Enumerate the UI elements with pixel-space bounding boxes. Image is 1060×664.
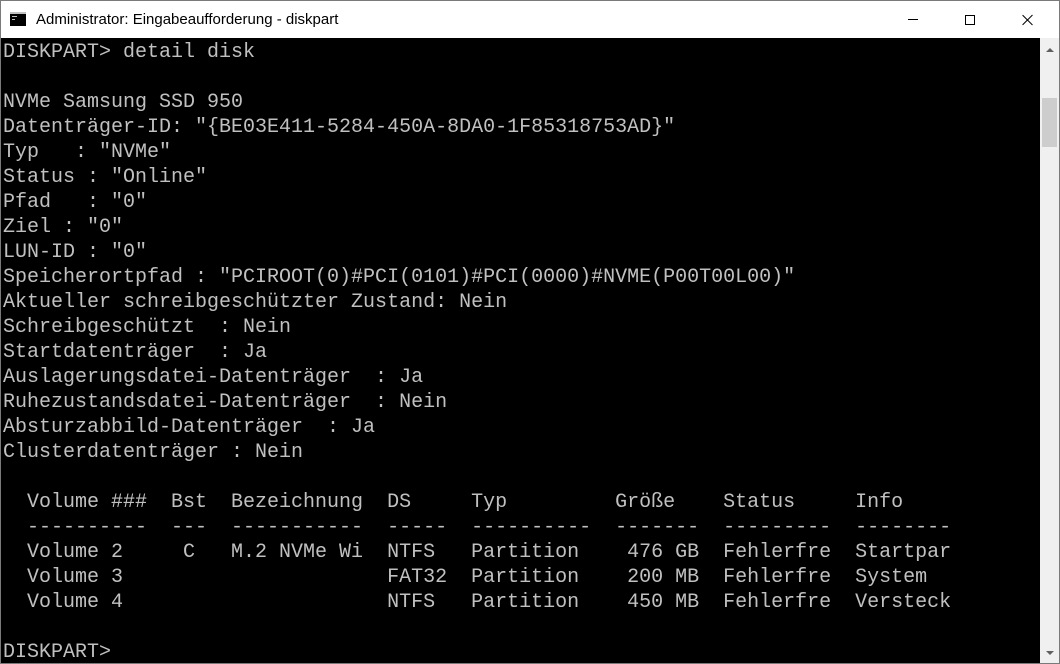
console-line: Datenträger-ID: "{BE03E411-5284-450A-8DA… <box>3 116 676 139</box>
console-line: DISKPART> detail disk <box>3 41 256 64</box>
minimize-icon <box>908 19 918 20</box>
scroll-up-button[interactable] <box>1040 41 1059 58</box>
console-line: Startdatenträger : Ja <box>3 341 268 364</box>
table-header-row: Volume ### Bst Bezeichnung DS Typ Größe … <box>3 491 904 514</box>
maximize-icon <box>965 14 975 25</box>
console-window: Administrator: Eingabeaufforderung - dis… <box>0 0 1060 664</box>
cmd-icon[interactable] <box>10 12 26 26</box>
maximize-button[interactable] <box>947 1 993 38</box>
console-line: Auslagerungsdatei-Datenträger : Ja <box>3 366 424 389</box>
console-line: Speicherortpfad : "PCIROOT(0)#PCI(0101)#… <box>3 266 796 289</box>
console-line: Clusterdatenträger : Nein <box>3 441 304 464</box>
window-title: Administrator: Eingabeaufforderung - dis… <box>36 11 339 28</box>
console-text: DISKPART> detail disk NVMe Samsung SSD 95… <box>1 38 1040 663</box>
chevron-up-icon <box>1045 47 1054 52</box>
command-prompt[interactable]: DISKPART> <box>3 640 1040 663</box>
console-line: LUN-ID : "0" <box>3 241 148 264</box>
console-line: Aktueller schreibgeschützter Zustand: Ne… <box>3 291 508 314</box>
scrollbar-thumb[interactable] <box>1042 98 1057 147</box>
chevron-down-icon <box>1045 650 1054 655</box>
console-line: Schreibgeschützt : Nein <box>3 316 292 339</box>
console-line: Status : "Online" <box>3 166 208 189</box>
minimize-button[interactable] <box>890 1 936 38</box>
console-line: Ruhezustandsdatei-Datenträger : Nein <box>3 391 448 414</box>
console-line: Ziel : "0" <box>3 216 124 239</box>
close-button[interactable] <box>1005 1 1051 38</box>
title-bar[interactable]: Administrator: Eingabeaufforderung - dis… <box>1 1 1059 38</box>
console-line: Pfad : "0" <box>3 191 148 214</box>
console-line: Typ : "NVMe" <box>3 141 172 164</box>
table-row: Volume 4 NTFS Partition 450 MB Fehlerfre… <box>3 591 952 614</box>
vertical-scrollbar[interactable] <box>1040 38 1059 663</box>
table-row: Volume 3 FAT32 Partition 200 MB Fehlerfr… <box>3 566 928 589</box>
table-row: Volume 2 C M.2 NVMe Wi NTFS Partition 47… <box>3 541 952 564</box>
console-line: NVMe Samsung SSD 950 <box>3 91 244 114</box>
table-separator-row: ---------- --- ----------- ----- -------… <box>3 516 952 539</box>
console-line: Absturzabbild-Datenträger : Ja <box>3 416 376 439</box>
close-icon <box>1022 14 1034 26</box>
scroll-down-button[interactable] <box>1040 644 1059 661</box>
console-output[interactable]: DISKPART> detail disk NVMe Samsung SSD 95… <box>1 38 1040 663</box>
